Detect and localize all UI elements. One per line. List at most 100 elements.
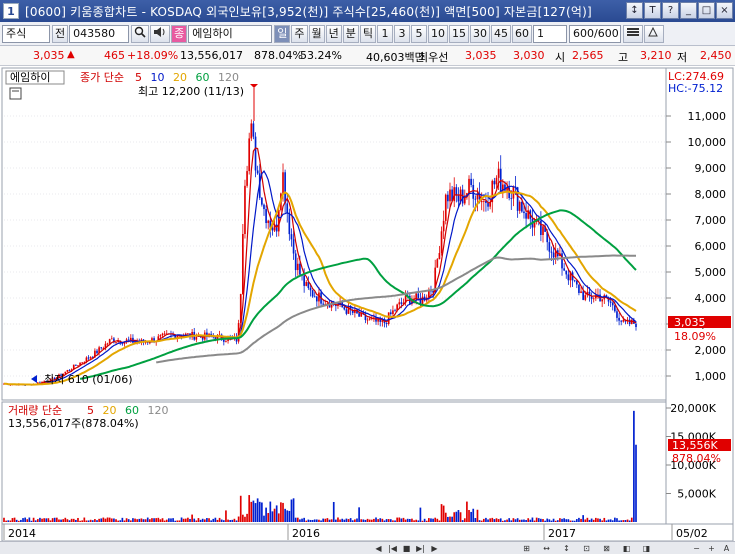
volume-bar [189, 518, 191, 522]
zoom-icon[interactable] [644, 24, 664, 43]
period-year[interactable]: 년 [325, 24, 342, 43]
zoom-in-icon[interactable]: + [705, 543, 718, 554]
interval-15[interactable]: 15 [449, 24, 469, 43]
stock-badge: 종 [171, 24, 188, 43]
volume-bar [396, 517, 398, 522]
search-icon[interactable] [131, 24, 150, 43]
scroll-right-icon[interactable]: ▶ [428, 543, 441, 554]
period-tick[interactable]: 틱 [359, 24, 376, 43]
candle-body [358, 313, 360, 317]
volume-bar [24, 517, 26, 522]
volume-bar [472, 508, 475, 522]
candle-body [87, 357, 90, 359]
page-display[interactable]: 600/600 [569, 24, 621, 43]
text-toggle-button[interactable]: T [644, 2, 661, 19]
candle-body [463, 197, 466, 204]
scroll-last-icon[interactable]: ▶| [414, 543, 427, 554]
volume-bar [172, 518, 174, 522]
interval-1[interactable]: 1 [377, 24, 393, 43]
volume-bar [347, 519, 350, 522]
price-tick-label: 7,000 [695, 214, 727, 227]
candle-body [75, 364, 77, 366]
stock-name-field[interactable]: 에임하이 [188, 24, 273, 43]
candle-body [523, 211, 525, 214]
interval-10[interactable]: 10 [428, 24, 448, 43]
volume-bar [11, 518, 14, 522]
scroll-left-icon[interactable]: ◀ [372, 543, 385, 554]
candle-body [305, 282, 308, 286]
volume-bar [425, 520, 428, 522]
volume-bar [630, 517, 633, 522]
tool-5-icon[interactable]: ⊠ [600, 543, 613, 554]
volume-bar [127, 519, 130, 522]
volume-bar [489, 518, 491, 522]
period-minute[interactable]: 분 [342, 24, 359, 43]
volume-bar [447, 516, 449, 522]
volume-bar [421, 520, 424, 522]
volume-bar [485, 517, 487, 522]
tool-7-icon[interactable]: ◨ [640, 543, 653, 554]
tool-4-icon[interactable]: ⊡ [580, 543, 593, 554]
interval-30[interactable]: 30 [470, 24, 490, 43]
candle-body [417, 293, 420, 299]
font-size-icon[interactable]: A [720, 543, 733, 554]
volume-bar [132, 518, 134, 522]
window-title: [0600] 키움종합차트 - KOSDAQ 외국인보유[3,952(천)] 주… [25, 4, 592, 19]
tool-2-icon[interactable]: ↔ [540, 543, 553, 554]
volume-bar [474, 518, 477, 522]
link-icon[interactable]: ↕ [626, 2, 643, 19]
volume-bar [275, 505, 278, 522]
volume-bar [70, 518, 73, 522]
candle-body [616, 311, 618, 318]
settings-icon[interactable] [623, 24, 643, 43]
minimize-button[interactable]: _ [680, 2, 697, 19]
tool-3-icon[interactable]: ↕ [560, 543, 573, 554]
zoom-out-icon[interactable]: − [690, 543, 703, 554]
count-input[interactable]: 1 [533, 24, 567, 43]
volume-bar [235, 520, 238, 522]
volume-bar [335, 519, 337, 522]
volume-bar [470, 511, 472, 522]
interval-5[interactable]: 5 [411, 24, 427, 43]
code-input[interactable]: 043580 [69, 24, 130, 43]
speaker-icon[interactable] [150, 24, 171, 43]
chart-area[interactable]: 에임하이 종가 단순 5 10 20 60 120 LC:274.69 HC:-… [0, 66, 735, 542]
volume-bar [423, 518, 426, 522]
candle-body [480, 200, 483, 203]
interval-45[interactable]: 45 [491, 24, 511, 43]
volume-bar [383, 520, 386, 522]
tool-6-icon[interactable]: ◧ [620, 543, 633, 554]
volume-bar [366, 518, 369, 522]
volume-bar [618, 520, 620, 522]
scroll-first-icon[interactable]: |◀ [386, 543, 399, 554]
candle-body [288, 212, 291, 235]
interval-60[interactable]: 60 [512, 24, 532, 43]
maximize-button[interactable]: □ [698, 2, 715, 19]
bottom-scroll-bar[interactable]: ◀ |◀ ■ ▶| ▶ ⊞ ↔ ↕ ⊡ ⊠ ◧ ◨ − + A [0, 541, 735, 554]
volume-bar [480, 520, 483, 522]
volume-bar [440, 504, 443, 522]
close-button[interactable]: × [716, 2, 733, 19]
candle-body [573, 280, 576, 282]
volume-bar [332, 501, 335, 522]
tool-1-icon[interactable]: ⊞ [520, 543, 533, 554]
candle-body [565, 270, 568, 275]
period-day[interactable]: 일 [274, 24, 291, 43]
volume-bar [15, 519, 18, 522]
volume-bar [155, 518, 158, 522]
period-week[interactable]: 주 [291, 24, 308, 43]
period-month[interactable]: 월 [308, 24, 325, 43]
volume-bar [102, 517, 105, 522]
hc-label: HC:-75.12 [668, 82, 723, 95]
price-volume-chart[interactable]: 에임하이 종가 단순 5 10 20 60 120 LC:274.69 HC:-… [0, 66, 735, 542]
prev-button[interactable]: 전 [52, 24, 69, 43]
help-icon[interactable]: ? [662, 2, 679, 19]
vma60-legend: 60 [125, 404, 139, 417]
stop-icon[interactable]: ■ [400, 543, 413, 554]
interval-3[interactable]: 3 [394, 24, 410, 43]
candle-body [163, 333, 166, 335]
type-select[interactable]: 주식 [2, 24, 50, 43]
volume-bar [222, 520, 225, 522]
calculator-icon[interactable] [9, 87, 22, 100]
volume-bar [87, 520, 90, 522]
